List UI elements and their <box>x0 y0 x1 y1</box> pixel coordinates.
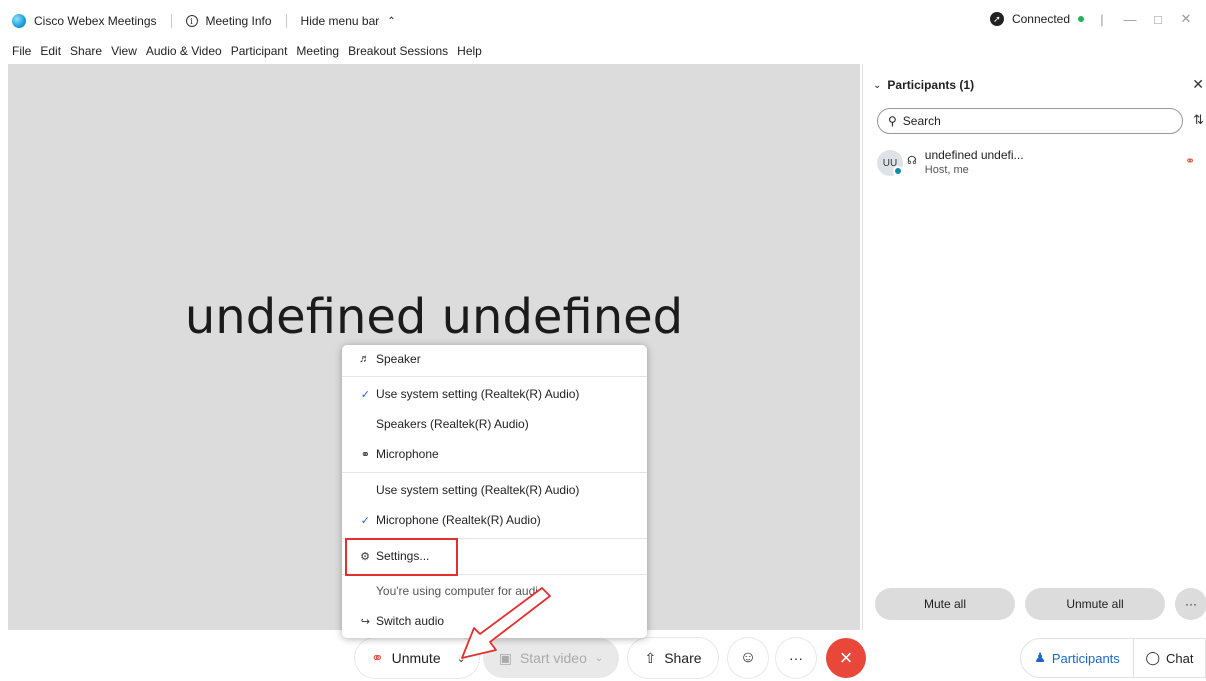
start-video-button[interactable]: ▣ Start video ⌄ <box>483 638 619 678</box>
muted-mic-icon[interactable]: ⚭ <box>1185 154 1195 168</box>
maximize-icon[interactable]: □ <box>1148 12 1168 27</box>
unmute-button[interactable]: ⚭ Unmute ⌄ <box>355 638 479 678</box>
participant-role: Host, me <box>924 164 969 176</box>
audio-options-menu: ♬ Speaker ✓ Use system setting (Realtek(… <box>342 345 647 638</box>
chevron-down-icon[interactable]: ⌄ <box>873 80 881 91</box>
menu-view[interactable]: View <box>111 42 137 62</box>
title-bar-left: Cisco Webex Meetings i Meeting Info Hide… <box>12 12 396 30</box>
participants-tab-label: Participants <box>1051 650 1120 666</box>
chat-icon: ◯ <box>1145 650 1161 665</box>
sort-icon[interactable]: ⇅ <box>1193 112 1204 128</box>
check-icon: ✓ <box>360 388 370 401</box>
chat-tab-label: Chat <box>1166 650 1194 666</box>
reactions-icon[interactable]: ☺ <box>728 638 768 678</box>
speaker-header-label: Speaker <box>376 352 421 366</box>
menu-item-switch-audio[interactable]: ↪ Switch audio <box>342 609 647 633</box>
menu-share[interactable]: Share <box>70 42 102 62</box>
meeting-info-link[interactable]: Meeting Info <box>206 14 272 28</box>
title-divider <box>285 14 287 28</box>
participants-panel-title: Participants (1) <box>887 78 975 92</box>
headset-icon: ☊ <box>907 155 917 167</box>
avatar: UU <box>877 150 903 176</box>
hide-menu-bar-button[interactable]: Hide menu bar <box>301 14 380 28</box>
audio-status: You're using computer for audio <box>342 579 647 603</box>
microphone-header-label: Microphone <box>376 447 439 461</box>
more-options-button[interactable]: ··· <box>776 638 816 678</box>
participants-icon: ♟ <box>1034 650 1046 665</box>
menu-audio-video[interactable]: Audio & Video <box>146 42 222 62</box>
stage-participant-name: undefined undefined <box>184 289 684 345</box>
participant-name: undefined undefi... <box>924 148 1024 162</box>
menu-participant[interactable]: Participant <box>231 42 288 62</box>
close-window-icon[interactable]: ✕ <box>1176 11 1196 27</box>
video-options-chevron-icon[interactable]: ⌄ <box>595 653 603 664</box>
menu-item-speaker-system[interactable]: ✓ Use system setting (Realtek(R) Audio) <box>342 382 647 406</box>
audio-status-label: You're using computer for audio <box>376 584 545 598</box>
audio-options-chevron-icon[interactable]: ⌄ <box>457 652 466 665</box>
connected-dot-icon <box>1078 16 1084 22</box>
chat-tab[interactable]: ◯ Chat <box>1134 638 1206 678</box>
presence-icon <box>893 166 903 176</box>
muted-mic-icon: ⚭ <box>371 650 384 667</box>
unmute-all-button[interactable]: Unmute all <box>1025 588 1165 620</box>
webex-logo-icon <box>12 14 26 28</box>
chevron-up-icon[interactable]: ⌃ <box>387 16 395 27</box>
menu-item-speaker-realtek[interactable]: Speakers (Realtek(R) Audio) <box>342 412 647 436</box>
menu-item-mic-system[interactable]: Use system setting (Realtek(R) Audio) <box>342 478 647 502</box>
menu-help[interactable]: Help <box>457 42 482 62</box>
menu-item-label: Speakers (Realtek(R) Audio) <box>376 417 529 431</box>
menu-item-label: Use system setting (Realtek(R) Audio) <box>376 483 580 497</box>
start-video-label: Start video <box>519 650 587 666</box>
video-off-icon: ▣ <box>498 649 512 666</box>
speaker-header: ♬ Speaker <box>342 347 647 371</box>
menu-item-label: Switch audio <box>376 614 445 628</box>
menu-item-label: Use system setting (Realtek(R) Audio) <box>376 387 580 401</box>
info-icon[interactable]: i <box>185 15 198 27</box>
participants-panel: ⌄ Participants (1) ✕ ⚲ Search ⇅ UU ☊ und… <box>862 64 1206 634</box>
title-bar: Cisco Webex Meetings i Meeting Info Hide… <box>0 0 1206 40</box>
panel-more-button[interactable]: ··· <box>1175 588 1206 620</box>
menu-breakout-sessions[interactable]: Breakout Sessions <box>348 42 448 62</box>
close-panel-icon[interactable]: ✕ <box>1192 76 1204 93</box>
share-icon: ⇧ <box>644 649 657 666</box>
title-divider <box>170 14 172 28</box>
speaker-icon: ♬ <box>359 353 370 365</box>
menu-meeting[interactable]: Meeting <box>296 42 339 62</box>
unmute-label: Unmute <box>391 650 441 666</box>
participant-info: undefined undefi... Host, me <box>925 148 1024 178</box>
check-icon: ✓ <box>360 514 370 527</box>
minimize-icon[interactable]: — <box>1120 12 1140 27</box>
app-title: Cisco Webex Meetings <box>34 14 157 28</box>
menu-bar: File Edit Share View Audio & Video Parti… <box>0 42 482 62</box>
participants-tab[interactable]: ♟ Participants <box>1020 638 1134 678</box>
connection-icon: ➚ <box>989 12 1004 26</box>
menu-item-label: Microphone (Realtek(R) Audio) <box>376 513 541 527</box>
search-icon: ⚲ <box>888 114 897 128</box>
title-divider: | <box>1100 11 1104 27</box>
participant-search-input[interactable]: ⚲ Search <box>877 108 1183 134</box>
switch-audio-icon: ↪ <box>360 615 370 628</box>
search-placeholder: Search <box>902 114 941 128</box>
connection-status: Connected <box>1011 12 1070 26</box>
menu-edit[interactable]: Edit <box>40 42 61 62</box>
share-button[interactable]: ⇧ Share <box>628 638 718 678</box>
participant-row[interactable]: UU ☊ undefined undefi... Host, me ⚭ <box>877 148 1203 182</box>
participants-panel-header[interactable]: ⌄ Participants (1) <box>873 78 974 92</box>
menu-item-mic-realtek[interactable]: ✓ Microphone (Realtek(R) Audio) <box>342 508 647 532</box>
mute-all-button[interactable]: Mute all <box>875 588 1015 620</box>
share-label: Share <box>664 650 702 666</box>
menu-divider <box>342 472 647 473</box>
end-meeting-icon[interactable]: × <box>826 638 866 678</box>
menu-divider <box>342 376 647 377</box>
settings-highlight-box <box>345 538 458 576</box>
microphone-header: ⚭ Microphone <box>342 442 647 466</box>
title-bar-right: ➚ Connected | — □ ✕ <box>989 11 1196 27</box>
menu-file[interactable]: File <box>12 42 31 62</box>
microphone-icon: ⚭ <box>360 448 370 461</box>
